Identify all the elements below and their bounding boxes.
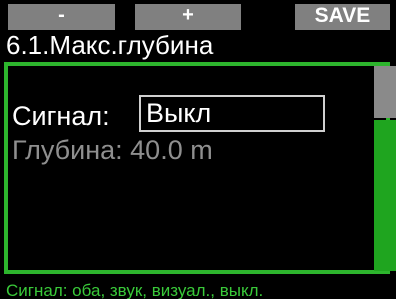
hint-text: Сигнал: оба, звук, визуал., выкл. <box>6 281 264 299</box>
increase-softkey[interactable]: + <box>135 4 241 30</box>
depth-row[interactable]: Глубина: 40.0 m <box>12 135 213 165</box>
signal-label: Сигнал: <box>12 101 110 131</box>
scrollbar[interactable] <box>374 66 396 271</box>
scrollbar-thumb[interactable] <box>374 66 396 118</box>
depth-value: 40.0 m <box>130 135 213 165</box>
scrollbar-track[interactable] <box>374 120 396 271</box>
signal-value-field[interactable]: Выкл <box>139 95 325 132</box>
settings-panel <box>4 62 390 274</box>
decrease-softkey[interactable]: - <box>8 4 115 30</box>
depth-label: Глубина: <box>12 135 123 165</box>
menu-title: 6.1.Макс.глубина <box>6 30 214 60</box>
save-softkey[interactable]: SAVE <box>295 4 390 30</box>
dive-computer-screen: - + SAVE 6.1.Макс.глубина Сигнал: Выкл Г… <box>0 0 396 299</box>
